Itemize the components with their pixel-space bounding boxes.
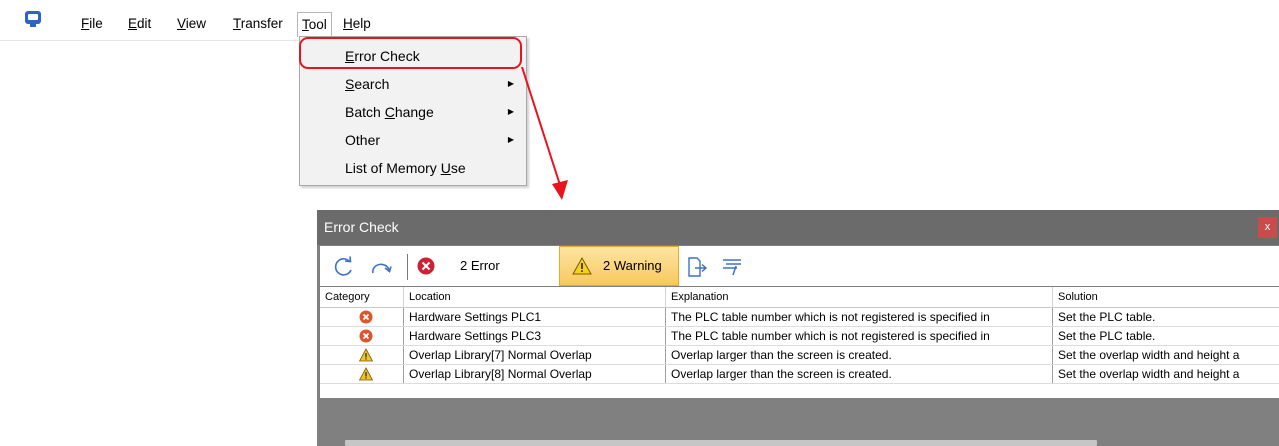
arrowhead-icon: [552, 180, 568, 200]
location-cell: Overlap Library[7] Normal Overlap: [404, 346, 666, 364]
column-category[interactable]: Category: [320, 287, 404, 307]
error-check-window: Error Check x 2 Error 2 Warning Category…: [317, 210, 1279, 446]
window-title: Error Check: [317, 210, 1279, 245]
list-options-icon[interactable]: [722, 258, 744, 276]
table-header: Category Location Explanation Solution: [320, 287, 1279, 308]
category-cell: [320, 346, 404, 364]
close-button[interactable]: x: [1258, 217, 1277, 238]
solution-cell: Set the PLC table.: [1058, 310, 1156, 324]
toolbar-separator: [407, 254, 408, 280]
solution-cell: Set the PLC table.: [1058, 329, 1156, 343]
category-cell: [320, 327, 404, 345]
error-table: Category Location Explanation Solution H…: [320, 287, 1279, 398]
column-location[interactable]: Location: [404, 287, 666, 307]
error-icon: [417, 257, 435, 275]
table-row[interactable]: Hardware Settings PLC3 The PLC table num…: [320, 327, 1279, 346]
explanation-cell: The PLC table number which is not regist…: [666, 308, 1053, 326]
location-cell: Hardware Settings PLC3: [404, 327, 666, 345]
table-row[interactable]: Overlap Library[8] Normal Overlap Overla…: [320, 365, 1279, 384]
column-solution[interactable]: Solution: [1053, 287, 1279, 307]
error-count-label: 2 Error: [460, 258, 500, 273]
location-cell: Hardware Settings PLC1: [404, 308, 666, 326]
error-filter-button[interactable]: 2 Error: [417, 246, 547, 286]
horizontal-scrollbar[interactable]: [345, 440, 1097, 446]
next-icon[interactable]: [370, 258, 394, 278]
empty-list-area: [317, 398, 1279, 446]
table-row[interactable]: Hardware Settings PLC1 The PLC table num…: [320, 308, 1279, 327]
warning-icon: [359, 348, 373, 362]
refresh-icon[interactable]: [333, 256, 355, 278]
table-row[interactable]: Overlap Library[7] Normal Overlap Overla…: [320, 346, 1279, 365]
location-cell: Overlap Library[8] Normal Overlap: [404, 365, 666, 383]
explanation-cell: Overlap larger than the screen is create…: [666, 346, 1053, 364]
column-explanation[interactable]: Explanation: [666, 287, 1053, 307]
warning-count-label: 2 Warning: [603, 258, 662, 273]
explanation-cell: Overlap larger than the screen is create…: [666, 365, 1053, 383]
export-icon[interactable]: [686, 257, 708, 277]
toolbar: 2 Error 2 Warning: [320, 246, 1279, 286]
explanation-cell: The PLC table number which is not regist…: [666, 327, 1053, 345]
warning-icon: [359, 367, 373, 381]
warning-filter-button[interactable]: 2 Warning: [559, 246, 679, 286]
category-cell: [320, 365, 404, 383]
solution-cell: Set the overlap width and height a: [1058, 348, 1240, 362]
category-cell: [320, 308, 404, 326]
solution-cell: Set the overlap width and height a: [1058, 367, 1240, 381]
error-icon: [359, 329, 373, 343]
warning-icon: [572, 257, 592, 275]
error-icon: [359, 310, 373, 324]
